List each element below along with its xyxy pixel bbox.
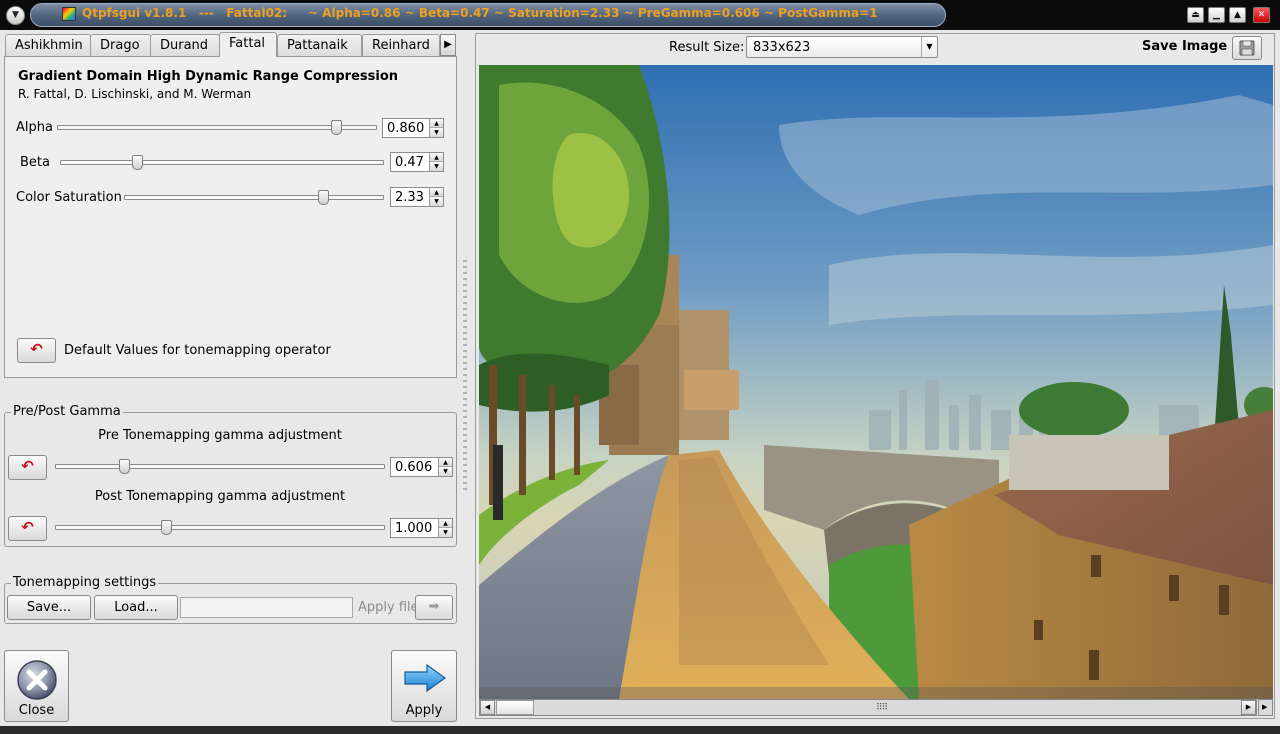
tab-reinhard[interactable]: Reinhard [362,34,440,56]
maximize-button[interactable]: ▲ [1229,7,1246,23]
alpha-value: 0.860 [387,121,425,136]
result-size-label: Result Size: [669,40,745,55]
apply-file-label: Apply file [358,600,419,615]
close-circle-icon [17,660,57,700]
preview-horizontal-scrollbar[interactable]: ◀ ⠿⠿ ▶ [479,699,1257,716]
alpha-slider-handle[interactable] [331,120,342,135]
saturation-slider[interactable] [124,195,384,200]
save-settings-button[interactable]: Save... [7,595,91,620]
scroll-right-icon: ▶ [1262,703,1268,711]
undo-icon: ↶ [30,340,43,358]
fattal-panel [4,56,457,378]
beta-slider[interactable] [60,160,384,165]
tonemapped-image-preview[interactable] [479,65,1273,699]
close-window-button[interactable]: ✕ [1253,7,1270,23]
post-gamma-value: 1.000 [395,521,433,536]
tab-durand[interactable]: Durand [150,34,220,56]
chevron-down-icon: ▼ [12,10,19,20]
operator-authors: R. Fattal, D. Lischinski, and M. Werman [18,87,252,101]
beta-slider-handle[interactable] [132,155,143,170]
alpha-spinbox[interactable]: 0.860 ▲ ▼ [382,118,444,138]
chevron-right-icon: ▶ [444,39,452,50]
alpha-label: Alpha [16,120,53,135]
spin-up-icon[interactable]: ▲ [438,519,452,528]
scrollbar-thumb[interactable] [496,700,534,715]
default-values-label: Default Values for tonemapping operator [64,343,331,358]
alpha-slider[interactable] [57,125,377,130]
spin-down-icon[interactable]: ▼ [429,197,443,206]
spin-down-icon[interactable]: ▼ [429,128,443,137]
minimize-icon: ▁ [1213,10,1220,20]
window-menu-button[interactable]: ▼ [6,6,25,25]
post-gamma-reset-button[interactable]: ↶ [8,516,47,541]
post-gamma-label: Post Tonemapping gamma adjustment [94,489,346,504]
tab-pattanaik[interactable]: Pattanaik [277,34,362,56]
apply-label: Apply [405,703,443,718]
window-title: Qtpfsgui v1.8.1 --- Fattal02: ~ Alpha=0.… [82,6,878,20]
chevron-down-icon: ▼ [921,37,937,57]
close-button[interactable]: Close [4,650,69,722]
save-image-label: Save Image [1142,39,1228,54]
spin-up-icon[interactable]: ▲ [429,188,443,197]
apply-file-button[interactable]: ➡ [415,595,453,620]
beta-spinbox[interactable]: 0.47 ▲ ▼ [390,152,444,172]
beta-label: Beta [20,155,50,170]
default-values-button[interactable]: ↶ [17,338,56,363]
app-icon [62,7,76,21]
arrow-right-icon: ➡ [428,599,440,614]
pre-gamma-spinbox[interactable]: 0.606 ▲ ▼ [390,457,453,477]
saturation-slider-handle[interactable] [318,190,329,205]
beta-value: 0.47 [395,155,424,170]
scroll-left-icon[interactable]: ◀ [480,700,495,715]
operator-heading: Gradient Domain High Dynamic Range Compr… [18,69,399,84]
tab-ashikhmin[interactable]: Ashikhmin [5,34,91,56]
undo-icon: ↶ [21,457,34,475]
scroll-right-icon[interactable]: ▶ [1241,700,1256,715]
settings-group-title: Tonemapping settings [11,575,159,590]
close-icon: ✕ [1257,10,1266,20]
pre-gamma-reset-button[interactable]: ↶ [8,455,47,480]
close-label: Close [18,703,55,718]
load-settings-button[interactable]: Load... [94,595,178,620]
spin-down-icon[interactable]: ▼ [429,162,443,171]
result-size-value: 833x623 [753,40,811,55]
pre-gamma-slider[interactable] [55,464,385,469]
post-gamma-spinbox[interactable]: 1.000 ▲ ▼ [390,518,453,538]
post-gamma-slider-handle[interactable] [161,520,172,535]
restore-button[interactable]: ⏏ [1187,7,1204,23]
apply-arrow-icon [404,663,447,693]
saturation-label: Color Saturation [16,190,122,205]
hdr-landscape-image [479,65,1273,699]
settings-file-field[interactable] [180,597,353,618]
save-image-button[interactable] [1232,36,1262,60]
spin-up-icon[interactable]: ▲ [429,119,443,128]
scroll-grip-icon: ⠿⠿ [876,703,888,713]
tab-scroll-right-button[interactable]: ▶ [440,34,456,56]
scroll-right-extra[interactable]: ▶ [1258,699,1273,716]
minimize-button[interactable]: ▁ [1208,7,1225,23]
window-bottom-border [0,726,1280,734]
floppy-disk-icon [1239,40,1255,56]
spin-down-icon[interactable]: ▼ [438,467,452,476]
pre-gamma-label: Pre Tonemapping gamma adjustment [98,428,342,443]
saturation-value: 2.33 [395,190,424,205]
spin-down-icon[interactable]: ▼ [438,528,452,537]
maximize-icon: ▲ [1234,10,1241,20]
spin-up-icon[interactable]: ▲ [429,153,443,162]
result-size-select[interactable]: 833x623 ▼ [746,36,938,58]
undo-icon: ↶ [21,518,34,536]
post-gamma-slider[interactable] [55,525,385,530]
gamma-group-title: Pre/Post Gamma [11,404,123,419]
spin-up-icon[interactable]: ▲ [438,458,452,467]
apply-button[interactable]: Apply [391,650,457,722]
pre-gamma-value: 0.606 [395,460,433,475]
restore-icon: ⏏ [1191,10,1200,20]
tab-fattal[interactable]: Fattal [219,32,277,57]
pre-gamma-slider-handle[interactable] [119,459,130,474]
saturation-spinbox[interactable]: 2.33 ▲ ▼ [390,187,444,207]
panel-splitter[interactable] [463,260,467,490]
tab-drago[interactable]: Drago [90,34,151,56]
